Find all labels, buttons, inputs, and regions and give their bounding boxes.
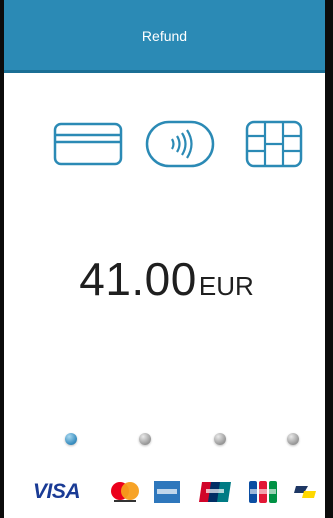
contactless-icon [145,118,215,170]
unionpay-logo [199,478,231,506]
progress-dot-2 [139,433,151,445]
bancontact-logo [294,478,318,506]
payment-method-icons [0,118,333,170]
chip-card-icon [245,118,303,170]
amount-display: 41.00EUR [0,252,333,306]
card-swipe-icon [53,118,123,170]
header-bar: Refund [4,0,325,73]
payment-screen: Refund 41.00EUR VISA [0,0,333,518]
jcb-logo [248,478,278,506]
page-title: Refund [141,28,188,44]
progress-dot-3 [214,433,226,445]
progress-indicator [0,433,333,447]
card-brands-row: VISA [0,478,333,506]
mastercard-logo [108,478,142,506]
progress-dot-1 [65,433,77,445]
amount-currency: EUR [198,271,254,301]
progress-dot-4 [287,433,299,445]
visa-logo: VISA [33,480,81,503]
amex-logo [154,478,180,506]
amount-value: 41.00 [79,253,197,305]
